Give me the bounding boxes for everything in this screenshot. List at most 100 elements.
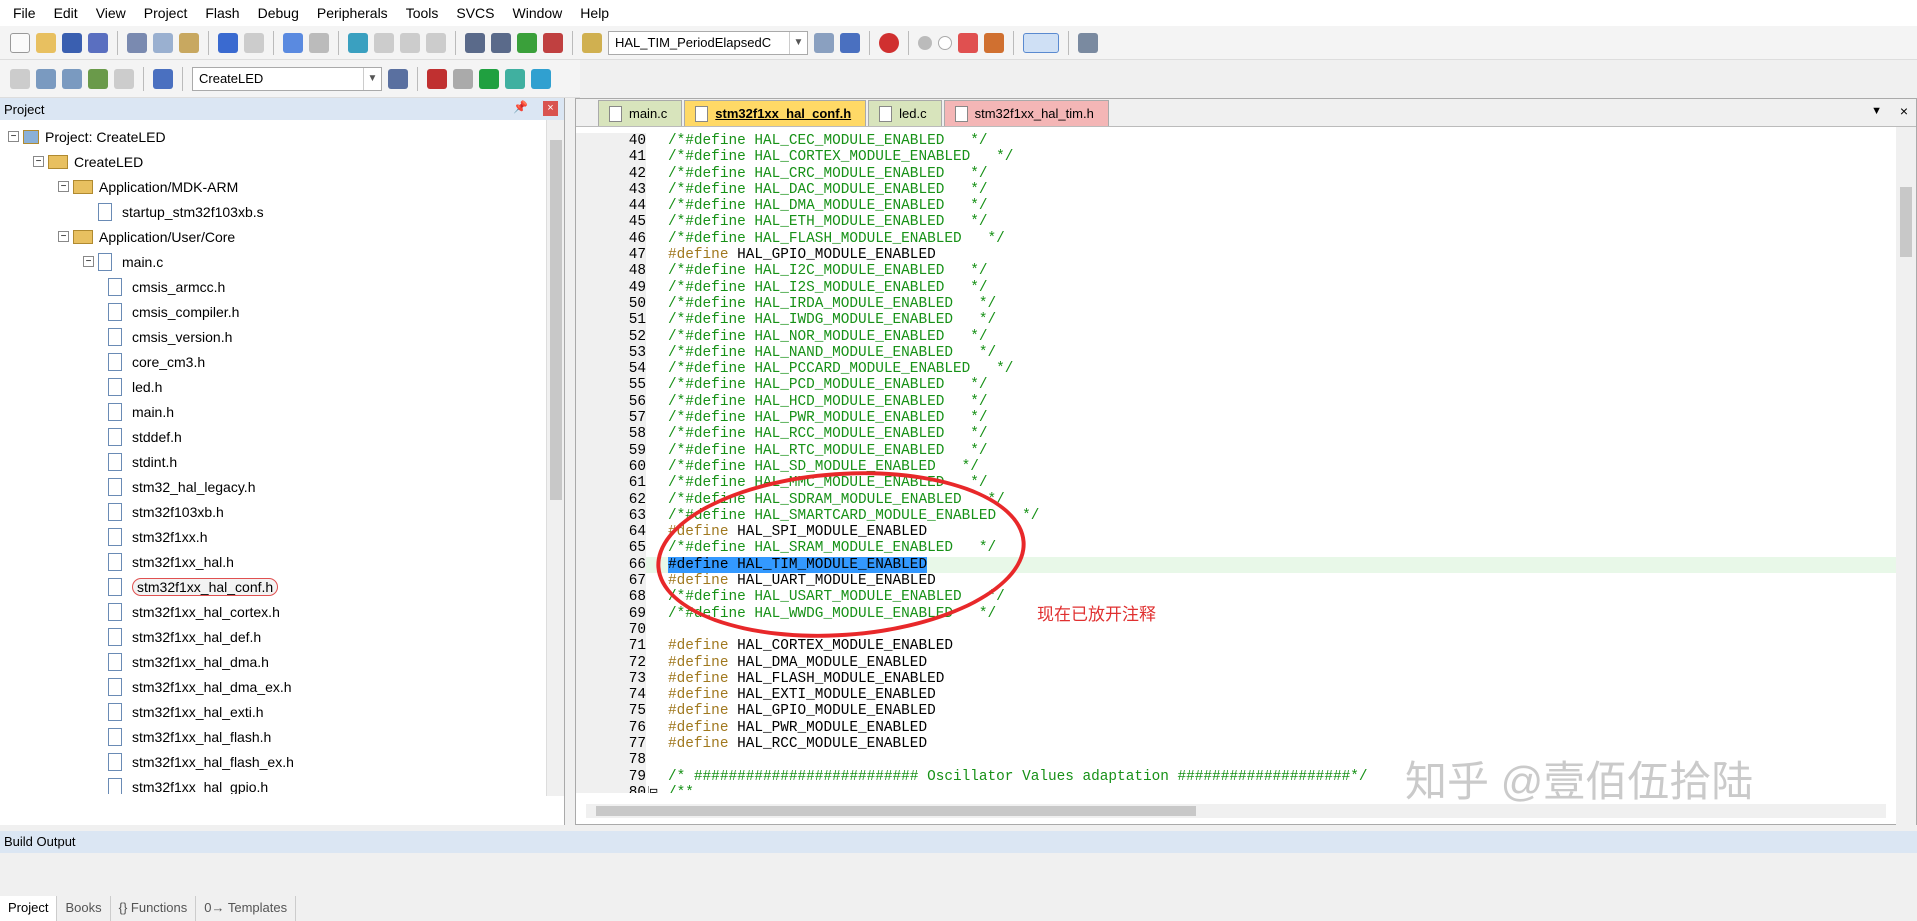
code-line[interactable]: 45 /*#define HAL_ETH_MODULE_ENABLED */ bbox=[576, 214, 1896, 231]
redo-icon[interactable] bbox=[244, 32, 264, 53]
code-line[interactable]: 60/*#define HAL_SD_MODULE_ENABLED */ bbox=[576, 458, 1896, 476]
code-line[interactable]: 47 #define HAL_GPIO_MODULE_ENABLED bbox=[576, 247, 1896, 264]
tree-item[interactable]: led.h bbox=[108, 374, 162, 399]
incremental-find-icon[interactable] bbox=[840, 32, 860, 53]
tree-item[interactable]: startup_stm32f103xb.s bbox=[83, 199, 264, 224]
code-line[interactable]: 44 /*#define HAL_DMA_MODULE_ENABLED */ bbox=[576, 198, 1896, 215]
code-line[interactable]: 55 /*#define HAL_PCD_MODULE_ENABLED */ bbox=[576, 377, 1896, 394]
menu-help[interactable]: Help bbox=[571, 5, 618, 21]
menu-edit[interactable]: Edit bbox=[45, 5, 87, 21]
target-select[interactable]: CreateLED ▼ bbox=[192, 66, 382, 91]
menu-debug[interactable]: Debug bbox=[249, 5, 308, 21]
menu-window[interactable]: Window bbox=[504, 5, 572, 21]
disable-breakpoint-icon[interactable] bbox=[938, 35, 952, 50]
chevron-down-icon[interactable]: ▼ bbox=[363, 67, 381, 90]
tree-item[interactable]: stm32f1xx_hal_dma_ex.h bbox=[108, 674, 292, 699]
close-tab-icon[interactable]: × bbox=[1900, 103, 1908, 119]
open-file-icon[interactable] bbox=[36, 32, 56, 53]
scrollbar-thumb[interactable] bbox=[550, 140, 562, 500]
download-icon[interactable] bbox=[153, 68, 173, 89]
new-file-icon[interactable] bbox=[10, 32, 30, 53]
run-time-environment-icon[interactable] bbox=[531, 68, 551, 89]
editor-tab[interactable]: stm32f1xx_hal_tim.h bbox=[943, 100, 1109, 126]
tree-item[interactable]: stm32f1xx_hal_def.h bbox=[108, 624, 261, 649]
code-line[interactable]: 72 #define HAL_DMA_MODULE_ENABLED bbox=[576, 654, 1896, 671]
prev-bookmark-icon[interactable] bbox=[374, 32, 394, 53]
translate-icon[interactable] bbox=[10, 68, 30, 89]
clear-bookmarks-icon[interactable] bbox=[426, 32, 446, 53]
debug-session-icon[interactable] bbox=[879, 32, 899, 53]
tree-item[interactable]: stm32_hal_legacy.h bbox=[108, 474, 255, 499]
tree-item[interactable]: cmsis_version.h bbox=[108, 324, 232, 349]
options-for-target-icon[interactable] bbox=[388, 68, 408, 89]
scrollbar-thumb[interactable] bbox=[1900, 187, 1912, 257]
indent-icon[interactable] bbox=[465, 32, 485, 53]
select-packs-icon[interactable] bbox=[505, 68, 525, 89]
file-extensions-icon[interactable] bbox=[427, 68, 447, 89]
code-line[interactable]: 41 /*#define HAL_CORTEX_MODULE_ENABLED */ bbox=[576, 149, 1896, 166]
pin-icon[interactable]: 📌 bbox=[513, 100, 528, 114]
tree-item[interactable]: − Application/MDK-ARM bbox=[58, 174, 238, 199]
code-line[interactable]: 42 /*#define HAL_CRC_MODULE_ENABLED */ bbox=[576, 165, 1896, 182]
menu-peripherals[interactable]: Peripherals bbox=[308, 5, 397, 21]
tree-item[interactable]: stm32f1xx.h bbox=[108, 524, 207, 549]
tree-item[interactable]: main.h bbox=[108, 399, 174, 424]
batch-build-icon[interactable] bbox=[88, 68, 108, 89]
code-line[interactable]: 53 /*#define HAL_NAND_MODULE_ENABLED */ bbox=[576, 344, 1896, 362]
tree-item[interactable]: − Application/User/Core bbox=[58, 224, 235, 249]
tree-item[interactable]: stm32f1xx_hal_conf.h bbox=[108, 574, 279, 599]
manage-components-icon[interactable] bbox=[453, 68, 473, 89]
code-line[interactable]: 48 /*#define HAL_I2C_MODULE_ENABLED */ bbox=[576, 263, 1896, 280]
tree-item[interactable]: stm32f1xx_hal_exti.h bbox=[108, 699, 264, 724]
code-line[interactable]: 56 /*#define HAL_HCD_MODULE_ENABLED */ bbox=[576, 393, 1896, 411]
code-area[interactable]: 40 /*#define HAL_CEC_MODULE_ENABLED */ 41 /… bbox=[576, 133, 1896, 793]
code-line[interactable]: 73 #define HAL_FLASH_MODULE_ENABLED bbox=[576, 670, 1896, 688]
find-icon[interactable] bbox=[814, 32, 834, 53]
menu-file[interactable]: File bbox=[4, 5, 45, 21]
clear-breakpoints-icon[interactable] bbox=[958, 32, 978, 53]
configure-icon[interactable] bbox=[1078, 32, 1098, 53]
code-line[interactable]: 52 /*#define HAL_NOR_MODULE_ENABLED */ bbox=[576, 328, 1896, 345]
code-line[interactable]: 40 /*#define HAL_CEC_MODULE_ENABLED */ bbox=[576, 133, 1896, 150]
menu-view[interactable]: View bbox=[87, 5, 135, 21]
comment-icon[interactable] bbox=[517, 32, 537, 53]
next-bookmark-icon[interactable] bbox=[400, 32, 420, 53]
tree-item[interactable]: − main.c bbox=[83, 249, 163, 274]
code-line[interactable]: 75 #define HAL_GPIO_MODULE_ENABLED bbox=[576, 703, 1896, 720]
expand-toggle-icon[interactable]: − bbox=[58, 231, 69, 242]
code-line[interactable]: 59 /*#define HAL_RTC_MODULE_ENABLED */ bbox=[576, 442, 1896, 459]
save-icon[interactable] bbox=[62, 32, 82, 53]
tree-item[interactable]: cmsis_armcc.h bbox=[108, 274, 225, 299]
stop-build-icon[interactable] bbox=[114, 68, 134, 89]
find-in-files-icon[interactable] bbox=[582, 32, 602, 53]
expand-toggle-icon[interactable]: − bbox=[8, 131, 19, 142]
code-line[interactable]: 76 #define HAL_PWR_MODULE_ENABLED bbox=[576, 719, 1896, 736]
rebuild-icon[interactable] bbox=[62, 68, 82, 89]
tree-item[interactable]: core_cm3.h bbox=[108, 349, 205, 374]
editor-tab[interactable]: main.c bbox=[598, 100, 683, 126]
navigate-forward-icon[interactable] bbox=[309, 32, 329, 53]
chevron-down-icon[interactable]: ▼ bbox=[789, 31, 807, 54]
bottom-tab[interactable]: {} Functions bbox=[111, 896, 197, 921]
bottom-tab[interactable]: Books bbox=[57, 896, 111, 921]
code-line[interactable]: 57 /*#define HAL_PWR_MODULE_ENABLED */ bbox=[576, 410, 1896, 427]
build-icon[interactable] bbox=[36, 68, 56, 89]
paste-icon[interactable] bbox=[179, 32, 199, 53]
tree-item[interactable]: stm32f1xx_hal_cortex.h bbox=[108, 599, 280, 624]
menu-project[interactable]: Project bbox=[135, 5, 197, 21]
find-combo[interactable]: HAL_TIM_PeriodElapsedC ▼ bbox=[608, 30, 808, 55]
tree-item[interactable]: − Project: CreateLED bbox=[8, 124, 166, 149]
tab-list-dropdown-icon[interactable]: ▼ bbox=[1871, 105, 1882, 117]
code-line[interactable]: 54 /*#define HAL_PCCARD_MODULE_ENABLED */ bbox=[576, 361, 1896, 378]
editor-tab[interactable]: stm32f1xx_hal_conf.h bbox=[684, 100, 867, 126]
code-line[interactable]: 43 /*#define HAL_DAC_MODULE_ENABLED */ bbox=[576, 181, 1896, 199]
code-line[interactable]: 46 /*#define HAL_FLASH_MODULE_ENABLED */ bbox=[576, 230, 1896, 248]
save-all-icon[interactable] bbox=[88, 32, 108, 53]
undo-icon[interactable] bbox=[218, 32, 238, 53]
bookmark-icon[interactable] bbox=[348, 32, 368, 53]
expand-toggle-icon[interactable]: − bbox=[83, 256, 94, 267]
bottom-tab[interactable]: 0→ Templates bbox=[196, 896, 297, 921]
tree-item[interactable]: stm32f1xx_hal_gpio.h bbox=[108, 774, 268, 794]
tree-item[interactable]: stm32f1xx_hal_flash_ex.h bbox=[108, 749, 294, 774]
editor-vertical-scrollbar[interactable] bbox=[1896, 127, 1916, 827]
